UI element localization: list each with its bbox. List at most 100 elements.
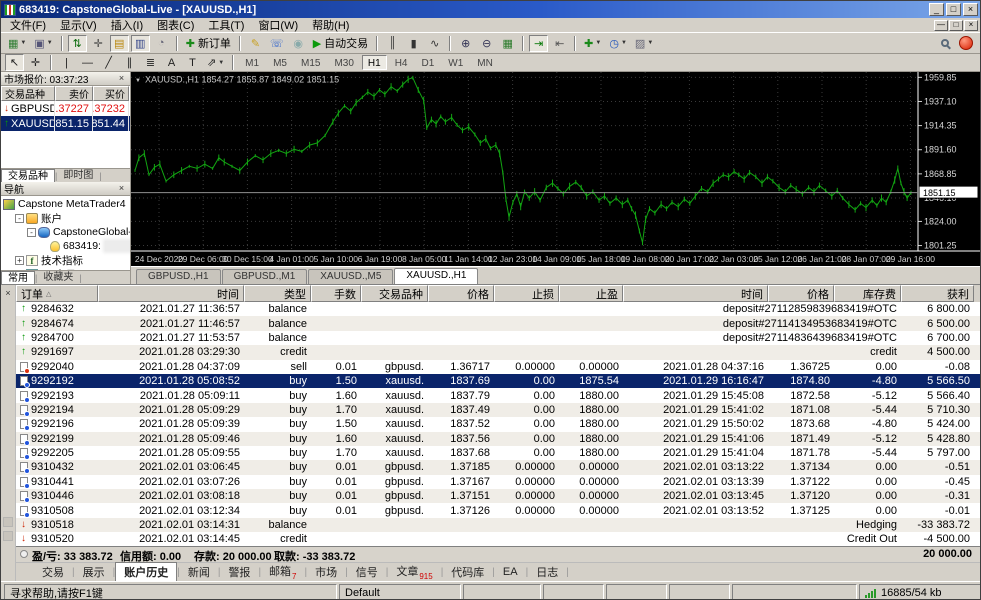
line-chart-button[interactable]: ∿ (425, 35, 444, 52)
text-button[interactable]: A (162, 54, 181, 71)
timeframe-button-w1[interactable]: W1 (442, 55, 469, 70)
terminal-tab-7[interactable]: 信号 (348, 563, 386, 581)
order-row[interactable]: ↑92847002021.01.27 11:53:57balancedeposi… (16, 331, 980, 345)
zoom-in-button[interactable]: ⊕ (456, 35, 475, 52)
navigator-node-0[interactable]: Capstone MetaTrader4 (1, 197, 130, 211)
order-row[interactable]: 93104322021.02.01 03:06:45buy0.01gbpusd.… (16, 460, 980, 474)
navigator-node-2[interactable]: -CapstoneGlobal-1 (1, 225, 130, 239)
channel-button[interactable]: ∥ (120, 54, 139, 71)
chart-tab-1[interactable]: GBPUSD.,M1 (222, 269, 308, 284)
profiles-button[interactable]: ▣▼ (31, 35, 55, 52)
order-row[interactable]: 92921992021.01.28 05:09:46buy1.60xauusd.… (16, 432, 980, 446)
menu-item-5[interactable]: 窗口(W) (251, 20, 305, 32)
bar-chart-button[interactable]: ║ (383, 35, 402, 52)
terminal-tab-0[interactable]: 交易 (34, 563, 72, 581)
column-header-order-id[interactable]: 订单△ (16, 285, 98, 302)
terminal-tab-5[interactable]: 邮箱7 (261, 562, 304, 581)
timeframe-button-d1[interactable]: D1 (415, 55, 440, 70)
navigator-button[interactable]: ▤ (110, 35, 129, 52)
fibonacci-button[interactable]: ≣ (141, 54, 160, 71)
column-header-open-price[interactable]: 价格 (428, 285, 494, 302)
terminal-tab-11[interactable]: 日志 (528, 563, 566, 581)
chart-tab-2[interactable]: XAUUSD.,M5 (308, 269, 393, 284)
column-header-sl[interactable]: 止损 (494, 285, 559, 302)
minimize-button[interactable]: _ (929, 3, 944, 16)
market-watch-column-0[interactable]: 交易品种 (1, 86, 55, 101)
column-header-profit[interactable]: 获利 (901, 285, 974, 302)
candlestick-button[interactable]: ▮ (404, 35, 423, 52)
timeframe-button-h1[interactable]: H1 (362, 55, 387, 70)
navigator-close-icon[interactable]: × (116, 183, 127, 194)
order-row[interactable]: 92920402021.01.28 04:37:09sell0.01gbpusd… (16, 360, 980, 374)
terminal-tab-3[interactable]: 新闻 (180, 563, 218, 581)
column-header-swap[interactable]: 库存费 (834, 285, 901, 302)
sound-button[interactable]: ◉ (289, 35, 308, 52)
column-header-open-time[interactable]: 时间 (98, 285, 244, 302)
market-watch-row[interactable]: ↑XAUUSD.1851.151851.44 (1, 116, 130, 131)
navigator-tab-0[interactable]: 常用 (1, 271, 35, 284)
order-row[interactable]: 93104412021.02.01 03:07:26buy0.01gbpusd.… (16, 475, 980, 489)
crosshair-button[interactable]: ✛ (26, 54, 45, 71)
market-watch-row[interactable]: ↓GBPUSD.1.372271.37232 (1, 101, 130, 116)
horizontal-line-button[interactable]: — (78, 54, 97, 71)
order-row[interactable]: ↑92846742021.01.27 11:46:57balancedeposi… (16, 316, 980, 330)
column-header-symbol[interactable]: 交易品种 (361, 285, 428, 302)
timeframe-button-h4[interactable]: H4 (389, 55, 414, 70)
price-chart[interactable]: 24 Dec 202029 Dec 06:0030 Dec 15:004 Jan… (131, 72, 981, 266)
market-watch-tab-1[interactable]: 即时图 (57, 169, 99, 182)
tree-toggle-icon[interactable]: + (15, 256, 24, 265)
terminal-tab-4[interactable]: 警报 (220, 563, 258, 581)
metaeditor-button[interactable]: ✎ (246, 35, 265, 52)
strategy-tester-button[interactable]: ◔ (152, 35, 171, 52)
column-header-close-price[interactable]: 价格 (768, 285, 834, 302)
menu-item-0[interactable]: 文件(F) (3, 20, 53, 32)
mdi-restore-button[interactable]: □ (949, 20, 963, 31)
market-watch-button[interactable]: ⇅ (68, 35, 87, 52)
navigator-tab-1[interactable]: 收藏夹 (37, 271, 79, 284)
tile-windows-button[interactable]: ▦ (498, 35, 517, 52)
new-order-button[interactable]: ✚新订单 (183, 35, 234, 52)
menu-item-6[interactable]: 帮助(H) (305, 20, 356, 32)
order-row[interactable]: 93105082021.02.01 03:12:34buy0.01gbpusd.… (16, 503, 980, 517)
shapes-button[interactable]: ⇗▼ (204, 54, 227, 71)
menu-item-2[interactable]: 插入(I) (104, 20, 150, 32)
timeframe-button-m15[interactable]: M15 (295, 55, 326, 70)
notification-icon[interactable] (959, 36, 973, 50)
contact-button[interactable]: ☏ (267, 35, 287, 52)
mdi-close-button[interactable]: × (964, 20, 978, 31)
market-watch-column-1[interactable]: 卖价 (55, 86, 93, 101)
terminal-button[interactable]: ▥ (131, 35, 150, 52)
autotrading-button[interactable]: ▶自动交易 (310, 35, 371, 52)
chart-shift-button[interactable]: ⇤ (550, 35, 569, 52)
timeframe-button-m30[interactable]: M30 (328, 55, 359, 70)
order-row[interactable]: ↓93105182021.02.01 03:14:31balanceHedgin… (16, 518, 980, 532)
market-watch-column-2[interactable]: 买价 (93, 86, 129, 101)
tree-toggle-icon[interactable]: - (15, 214, 24, 223)
order-row[interactable]: ↑92916972021.01.28 03:29:30creditcredit4… (16, 345, 980, 359)
column-header-tp[interactable]: 止盈 (559, 285, 623, 302)
order-row[interactable]: ↑92846322021.01.27 11:36:57balancedeposi… (16, 302, 980, 316)
timeframe-button-m1[interactable]: M1 (239, 55, 265, 70)
menu-item-4[interactable]: 工具(T) (201, 20, 251, 32)
label-button[interactable]: T (183, 54, 202, 71)
auto-scroll-button[interactable]: ⇥ (529, 35, 548, 52)
search-icon[interactable] (941, 39, 949, 47)
mdi-minimize-button[interactable]: — (934, 20, 948, 31)
terminal-tab-9[interactable]: 代码库 (443, 563, 492, 581)
navigator-node-4[interactable]: +f技术指标 (1, 253, 130, 267)
templates-button[interactable]: ▨▼ (632, 35, 656, 52)
column-header-close-time[interactable]: 时间 (623, 285, 768, 302)
terminal-close-icon[interactable]: × (5, 287, 10, 299)
chart-tab-3[interactable]: XAUUSD.,H1 (394, 268, 478, 284)
terminal-tab-10[interactable]: EA (495, 565, 526, 579)
maximize-button[interactable]: □ (946, 3, 961, 16)
order-row[interactable]: 92921942021.01.28 05:09:29buy1.70xauusd.… (16, 403, 980, 417)
menu-item-3[interactable]: 图表(C) (150, 20, 201, 32)
zoom-out-button[interactable]: ⊖ (477, 35, 496, 52)
order-row[interactable]: 93104462021.02.01 03:08:18buy0.01gbpusd.… (16, 489, 980, 503)
order-row[interactable]: 92921922021.01.28 05:08:52buy1.50xauusd.… (16, 374, 980, 388)
cursor-button[interactable]: ↖ (5, 54, 24, 71)
data-window-button[interactable]: ✛ (89, 35, 108, 52)
order-row[interactable]: ↓93105202021.02.01 03:14:45creditCredit … (16, 532, 980, 546)
navigator-node-3[interactable]: 683419: (1, 239, 130, 253)
